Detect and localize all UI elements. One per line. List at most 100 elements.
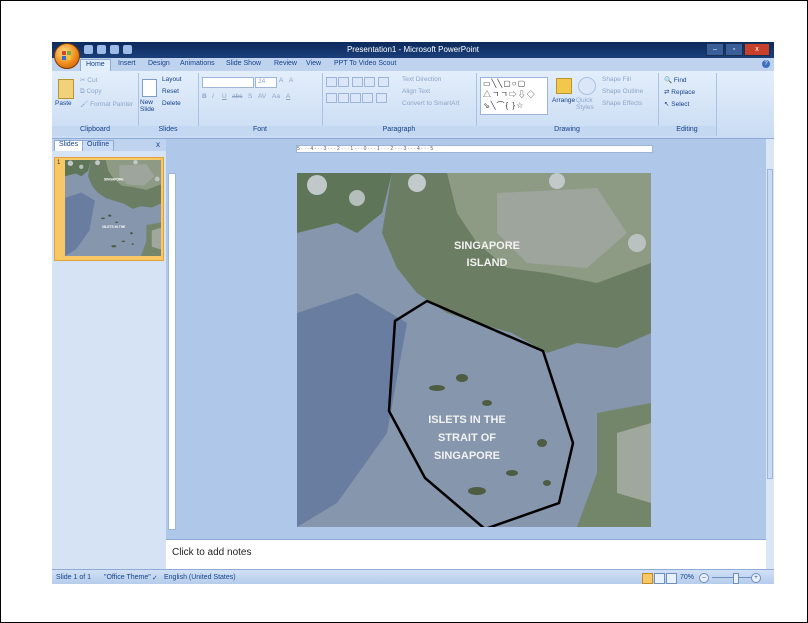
minimize-button[interactable]: –: [706, 43, 724, 56]
zoom-slider-knob[interactable]: [733, 573, 739, 584]
change-case-button[interactable]: Aa: [272, 93, 280, 100]
select-button[interactable]: ↖ Select: [664, 100, 689, 108]
arrange-icon: [556, 78, 572, 94]
slide-sorter-view-icon[interactable]: [654, 573, 665, 584]
tab-design[interactable]: Design: [148, 60, 170, 67]
close-pane-icon[interactable]: x: [156, 140, 160, 149]
arrange-button[interactable]: Arrange: [552, 97, 575, 104]
increase-indent-icon[interactable]: [364, 77, 375, 87]
format-painter-button[interactable]: 🖌 Format Painter: [80, 100, 133, 108]
new-slide-button[interactable]: New Slide: [140, 99, 160, 113]
language[interactable]: English (United States): [164, 574, 236, 581]
thumbnail-map: SINGAPORE ISLETS IN THE: [65, 160, 161, 256]
drawing-group: ▭╲╲▢○▢ △ㄱㄱ⇨⇩◇ ⇘╲⌒{ }☆ Arrange Quick Styl…: [476, 73, 659, 136]
columns-icon[interactable]: [376, 93, 387, 103]
delete-button[interactable]: Delete: [162, 100, 181, 107]
font-group: 24 A A B I U abc S AV Aa A Font: [198, 73, 323, 136]
office-button[interactable]: [54, 43, 80, 69]
spellcheck-icon[interactable]: ✓: [152, 574, 158, 582]
tab-insert[interactable]: Insert: [118, 60, 136, 67]
align-text-button[interactable]: Align Text: [402, 88, 430, 95]
text-direction-button[interactable]: Text Direction: [402, 76, 441, 83]
window-controls: – ▫ x: [706, 43, 770, 56]
clipboard-group: Paste ✂ Cut ⧉ Copy 🖌 Format Painter Clip…: [52, 73, 139, 136]
convert-to-smartart-button[interactable]: Convert to SmartArt: [402, 100, 459, 107]
islets-label-line-1: ISLETS IN THE: [428, 414, 506, 426]
tab-view[interactable]: View: [306, 60, 321, 67]
italic-button[interactable]: I: [212, 93, 214, 100]
maximize-button[interactable]: ▫: [725, 43, 743, 56]
slide-thumbnail-1[interactable]: 1 SINGAPORE ISLETS IN THE: [54, 157, 164, 261]
find-label: Find: [673, 77, 687, 84]
justify-icon[interactable]: [362, 93, 373, 103]
slide-editing-area: 5 · · · 4 · · · 3 · · · 2 · · · 1 · · · …: [166, 139, 766, 539]
numbering-icon[interactable]: [338, 77, 349, 87]
slide-show-view-icon[interactable]: [666, 573, 677, 584]
pane-tabs: Slides Outline x: [52, 139, 166, 151]
font-group-label: Font: [198, 126, 322, 136]
shape-outline-button[interactable]: Shape Outline: [602, 88, 643, 95]
clipboard-group-label: Clipboard: [52, 126, 138, 136]
editing-group-label: Editing: [658, 126, 716, 136]
ribbon-tabs: Home Insert Design Animations Slide Show…: [52, 58, 774, 72]
scroll-thumb[interactable]: [767, 169, 773, 479]
cut-label: Cut: [87, 77, 98, 84]
shape-fill-button[interactable]: Shape Fill: [602, 76, 631, 83]
copy-button[interactable]: ⧉ Copy: [80, 88, 102, 96]
replace-button[interactable]: ⇄ Replace: [664, 88, 695, 96]
slide-canvas[interactable]: SINGAPORE ISLAND ISLETS IN THE STRAIT OF…: [297, 173, 651, 527]
find-button[interactable]: 🔍 Find: [664, 76, 687, 84]
character-spacing-button[interactable]: AV: [258, 93, 266, 100]
align-left-icon[interactable]: [326, 93, 337, 103]
slides-pane: Slides Outline x 1 SINGAPORE ISLETS IN T…: [52, 139, 166, 569]
bold-button[interactable]: B: [202, 93, 207, 100]
zoom-out-icon[interactable]: –: [699, 573, 709, 583]
shapes-gallery[interactable]: ▭╲╲▢○▢ △ㄱㄱ⇨⇩◇ ⇘╲⌒{ }☆: [480, 77, 548, 115]
select-label: Select: [671, 101, 690, 108]
horizontal-ruler: 5 · · · 4 · · · 3 · · · 2 · · · 1 · · · …: [296, 145, 653, 153]
shadow-button[interactable]: S: [248, 93, 252, 100]
font-color-button[interactable]: A: [286, 93, 290, 100]
reset-button[interactable]: Reset: [162, 88, 179, 95]
decrease-indent-icon[interactable]: [352, 77, 363, 87]
slides-group: New Slide Layout Reset Delete Slides: [138, 73, 199, 136]
layout-button[interactable]: Layout: [162, 76, 182, 83]
quick-styles-button[interactable]: Quick Styles: [576, 97, 598, 111]
notes-placeholder: Click to add notes: [172, 547, 252, 558]
tab-outline[interactable]: Outline: [82, 140, 115, 151]
font-size-combo[interactable]: 24: [255, 77, 277, 88]
tab-slides[interactable]: Slides: [54, 140, 84, 151]
map-imagery: [297, 173, 651, 527]
grow-font-button[interactable]: A: [279, 77, 283, 84]
tab-review[interactable]: Review: [274, 60, 297, 67]
shape-effects-button[interactable]: Shape Effects: [602, 100, 642, 107]
paste-button[interactable]: Paste: [55, 100, 72, 107]
help-icon[interactable]: ?: [762, 60, 770, 68]
font-size-value: 24: [258, 78, 266, 85]
tab-animations[interactable]: Animations: [180, 60, 215, 67]
islets-label-line-2: STRAIT OF: [438, 432, 496, 444]
bullets-icon[interactable]: [326, 77, 337, 87]
shapes-row-3: ⇘╲⌒{ }☆: [483, 101, 525, 110]
window-title: Presentation1 - Microsoft PowerPoint: [346, 45, 480, 54]
shrink-font-button[interactable]: A: [289, 77, 293, 84]
island-label-line-2: ISLAND: [467, 257, 508, 269]
strikethrough-button[interactable]: abc: [232, 93, 242, 100]
slides-group-label: Slides: [138, 126, 198, 136]
cut-button[interactable]: ✂ Cut: [80, 76, 97, 84]
align-right-icon[interactable]: [350, 93, 361, 103]
center-icon[interactable]: [338, 93, 349, 103]
underline-button[interactable]: U: [222, 93, 227, 100]
islets-label-line-3: SINGAPORE: [434, 450, 500, 462]
normal-view-icon[interactable]: [642, 573, 653, 584]
notes-pane[interactable]: Click to add notes: [166, 539, 766, 570]
zoom-in-icon[interactable]: +: [751, 573, 761, 583]
slide-thumbnail-image: SINGAPORE ISLETS IN THE: [65, 160, 161, 256]
vertical-scrollbar[interactable]: [766, 139, 774, 569]
tab-ppt-to-video-scout[interactable]: PPT To Video Scout: [334, 60, 396, 67]
font-name-combo[interactable]: [202, 77, 254, 88]
close-button[interactable]: x: [744, 43, 770, 56]
zoom-level[interactable]: 70%: [680, 574, 694, 581]
line-spacing-icon[interactable]: [378, 77, 389, 87]
tab-slide-show[interactable]: Slide Show: [226, 60, 261, 67]
